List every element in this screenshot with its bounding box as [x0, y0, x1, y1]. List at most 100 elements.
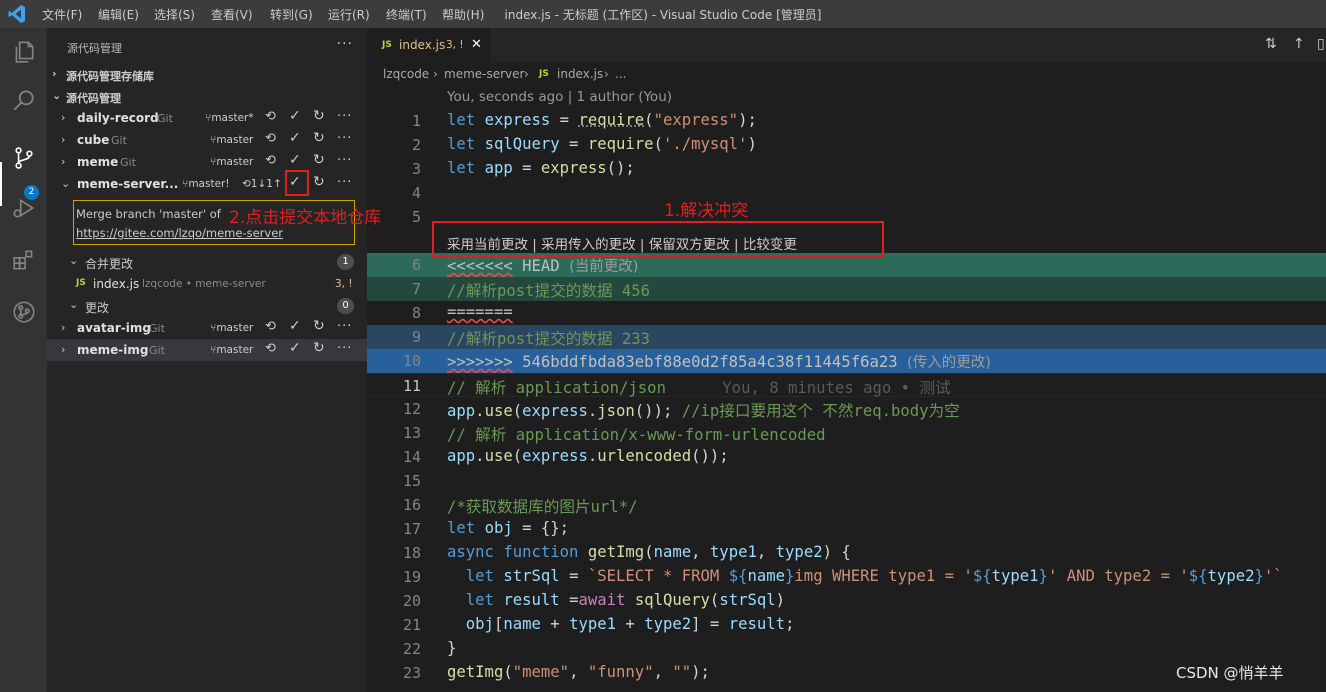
sync-icon[interactable]: ⟲	[265, 153, 276, 168]
branch-indicator[interactable]: ⑂master!	[182, 178, 230, 190]
conflict-incoming-line: 9 //解析post提交的数据 233	[367, 325, 1326, 349]
repo-provider: Git	[111, 134, 127, 147]
line-number: 7	[411, 280, 421, 298]
annotation-box-conflict-actions	[432, 221, 884, 257]
repo-row-avatar-img[interactable]: › avatar-img Git ⑂master ⟲ ✓ ↻ ···	[47, 317, 367, 339]
code-line: 17 let obj = {};	[367, 517, 1326, 541]
changes-group[interactable]: ⌄ 更改 0	[47, 295, 367, 317]
code-line-current: 11 // 解析 application/json You, 8 minutes …	[367, 373, 1326, 397]
tab-index-js[interactable]: JS index.js 3, ! ✕	[367, 28, 490, 63]
code-text: =======	[447, 303, 513, 321]
refresh-icon[interactable]: ↻	[313, 108, 325, 124]
source-control-sidebar: 源代码管理 ··· › 源代码管理存储库 ⌄ 源代码管理 › daily-rec…	[47, 28, 367, 692]
repo-row-meme[interactable]: › meme Git ⑂master ⟲ ✓ ↻ ···	[47, 151, 367, 173]
blame-codelens[interactable]: You, seconds ago | 1 author (You)	[447, 89, 672, 105]
refresh-icon[interactable]: ↻	[313, 174, 325, 190]
breadcrumb-separator: ›	[604, 67, 609, 81]
sync-icon[interactable]: ⟲	[265, 109, 276, 124]
conflict-separator: 8 =======	[367, 301, 1326, 325]
more-actions-icon[interactable]: ···	[337, 131, 352, 146]
merge-changes-group[interactable]: ⌄ 合并更改 1	[47, 251, 367, 273]
sync-icon[interactable]: ⟲	[265, 319, 276, 334]
breadcrumb-item[interactable]: index.js	[557, 67, 603, 81]
repo-row-cube[interactable]: › cube Git ⑂master ⟲ ✓ ↻ ···	[47, 129, 367, 151]
sync-status[interactable]: ⟲1↓1↑	[242, 178, 282, 190]
commit-check-icon[interactable]: ✓	[289, 130, 301, 146]
run-debug-icon[interactable]	[0, 184, 47, 232]
branch-indicator[interactable]: ⑂master	[210, 322, 253, 334]
explorer-icon[interactable]	[0, 28, 47, 76]
code-text: let sqlQuery = require('./mysql')	[447, 135, 757, 153]
branch-indicator[interactable]: ⑂master	[210, 156, 253, 168]
close-icon[interactable]: ✕	[471, 37, 482, 52]
line-number: 19	[402, 568, 421, 586]
commit-check-icon[interactable]: ✓	[289, 152, 301, 168]
file-name: index.js	[93, 277, 140, 291]
menu-help[interactable]: 帮助(H)	[442, 6, 484, 23]
branch-name: master	[216, 156, 254, 168]
menu-run[interactable]: 运行(R)	[328, 6, 370, 23]
tab-status: 3, !	[446, 39, 464, 51]
menu-file[interactable]: 文件(F)	[42, 6, 82, 23]
more-actions-icon[interactable]: ···	[337, 153, 352, 168]
sidebar-more-button[interactable]: ···	[337, 36, 353, 52]
repos-section-header[interactable]: › 源代码管理存储库	[47, 64, 367, 86]
menu-goto[interactable]: 转到(G)	[270, 6, 313, 23]
sync-icon[interactable]: ⟲	[265, 131, 276, 146]
menu-selection[interactable]: 选择(S)	[154, 6, 195, 23]
scm-section-header[interactable]: ⌄ 源代码管理	[47, 86, 367, 108]
branch-indicator[interactable]: ⑂master	[210, 134, 253, 146]
arrow-up-icon[interactable]: ↑	[1293, 36, 1305, 52]
vscode-logo-icon	[8, 4, 26, 24]
more-actions-icon[interactable]: ···	[337, 175, 352, 190]
breadcrumb-item[interactable]: ...	[615, 67, 626, 81]
code-text: >>>>>>> 546bddfbda83ebf88e0d2f85a4c38f11…	[447, 353, 991, 371]
title-bar: 文件(F) 编辑(E) 选择(S) 查看(V) 转到(G) 运行(R) 终端(T…	[0, 0, 1326, 28]
commit-check-icon[interactable]: ✓	[289, 340, 301, 356]
code-text: let express = require("express");	[447, 111, 757, 129]
code-line: 21 obj[name + type1 + type2] = result;	[367, 613, 1326, 637]
repo-row-daily-record[interactable]: › daily-record Git ⑂master* ⟲ ✓ ↻ ···	[47, 107, 367, 129]
file-status: 3, !	[335, 278, 353, 290]
split-editor-icon[interactable]: ▯	[1317, 36, 1325, 52]
branch-indicator[interactable]: ⑂master*	[205, 112, 254, 124]
menu-view[interactable]: 查看(V)	[211, 6, 253, 23]
js-file-icon: JS	[539, 69, 549, 79]
source-control-icon[interactable]	[0, 134, 47, 182]
more-actions-icon[interactable]: ···	[337, 319, 352, 334]
search-icon[interactable]	[0, 76, 47, 124]
code-editor[interactable]: You, seconds ago | 1 author (You) 1 let e…	[367, 85, 1326, 692]
more-actions-icon[interactable]: ···	[337, 341, 352, 356]
extensions-icon[interactable]	[0, 236, 47, 284]
refresh-icon[interactable]: ↻	[313, 318, 325, 334]
menu-terminal[interactable]: 终端(T)	[386, 6, 427, 23]
line-number: 12	[402, 400, 421, 418]
line-number: 9	[411, 328, 421, 346]
breadcrumb-item[interactable]: meme-server	[444, 67, 524, 81]
merge-file-item[interactable]: JS index.js lzqcode • meme-server 3, !	[47, 273, 367, 295]
repo-row-meme-server[interactable]: ⌄ meme-server... ⑂master! ⟲1↓1↑ ✓ ↻ ···	[47, 173, 367, 195]
activity-bar: 2	[0, 28, 47, 692]
breadcrumb-item[interactable]: lzqcode	[383, 67, 429, 81]
repo-row-meme-img[interactable]: › meme-img Git ⑂master ⟲ ✓ ↻ ···	[47, 339, 367, 361]
refresh-icon[interactable]: ↻	[313, 152, 325, 168]
more-actions-icon[interactable]: ···	[337, 109, 352, 124]
sync-icon[interactable]: ⟲	[265, 341, 276, 356]
branch-indicator[interactable]: ⑂master	[210, 344, 253, 356]
menu-edit[interactable]: 编辑(E)	[98, 6, 139, 23]
refresh-icon[interactable]: ↻	[313, 340, 325, 356]
open-changes-icon[interactable]: ⇅	[1265, 36, 1277, 52]
chevron-right-icon: ›	[52, 67, 57, 80]
line-number: 6	[411, 256, 421, 274]
git-graph-icon[interactable]	[0, 288, 47, 336]
count-badge: 0	[337, 298, 354, 314]
code-text: app.use(express.json()); //ip接口要用这个 不然re…	[447, 402, 960, 420]
refresh-icon[interactable]: ↻	[313, 130, 325, 146]
repo-name: meme-server...	[77, 177, 179, 191]
code-line: 20 let result =await sqlQuery(strSql)	[367, 589, 1326, 613]
code-line: 16 /*获取数据库的图片url*/	[367, 493, 1326, 517]
commit-check-icon[interactable]: ✓	[289, 108, 301, 124]
branch-name: master	[216, 134, 254, 146]
line-number: 22	[402, 640, 421, 658]
commit-check-icon[interactable]: ✓	[289, 318, 301, 334]
